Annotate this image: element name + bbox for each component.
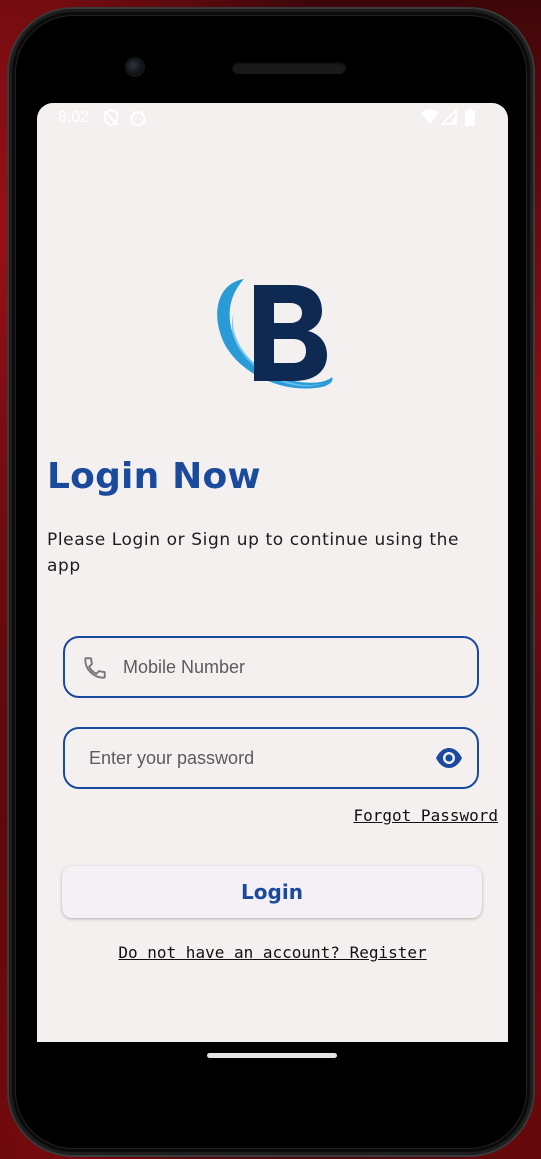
brand-logo-icon: [210, 273, 334, 397]
phone-icon: [82, 655, 108, 685]
register-link[interactable]: Do not have an account? Register: [37, 943, 508, 962]
page-subtitle: Please Login or Sign up to continue usin…: [47, 530, 460, 576]
earpiece-speaker: [232, 62, 346, 74]
page-title: Login Now: [47, 456, 261, 497]
status-bar: 8:02: [37, 103, 508, 133]
wifi-icon: [421, 109, 439, 130]
login-button[interactable]: Login: [62, 866, 482, 918]
home-indicator[interactable]: [207, 1053, 337, 1058]
status-time: 8:02: [58, 109, 90, 126]
battery-icon: [465, 109, 475, 131]
mobile-number-field[interactable]: [63, 636, 479, 698]
face-icon: [129, 109, 147, 132]
eye-icon[interactable]: [435, 747, 463, 773]
password-input[interactable]: [89, 729, 419, 787]
password-field[interactable]: [63, 727, 479, 789]
mobile-number-input[interactable]: [123, 638, 463, 696]
shield-slash-icon: [103, 108, 119, 132]
app-screen: 8:02 Login Now Please Login or Sign up t…: [37, 103, 508, 1042]
forgot-password-link[interactable]: Forgot Password: [354, 806, 499, 825]
signal-icon: [440, 108, 457, 130]
front-camera: [127, 59, 143, 75]
